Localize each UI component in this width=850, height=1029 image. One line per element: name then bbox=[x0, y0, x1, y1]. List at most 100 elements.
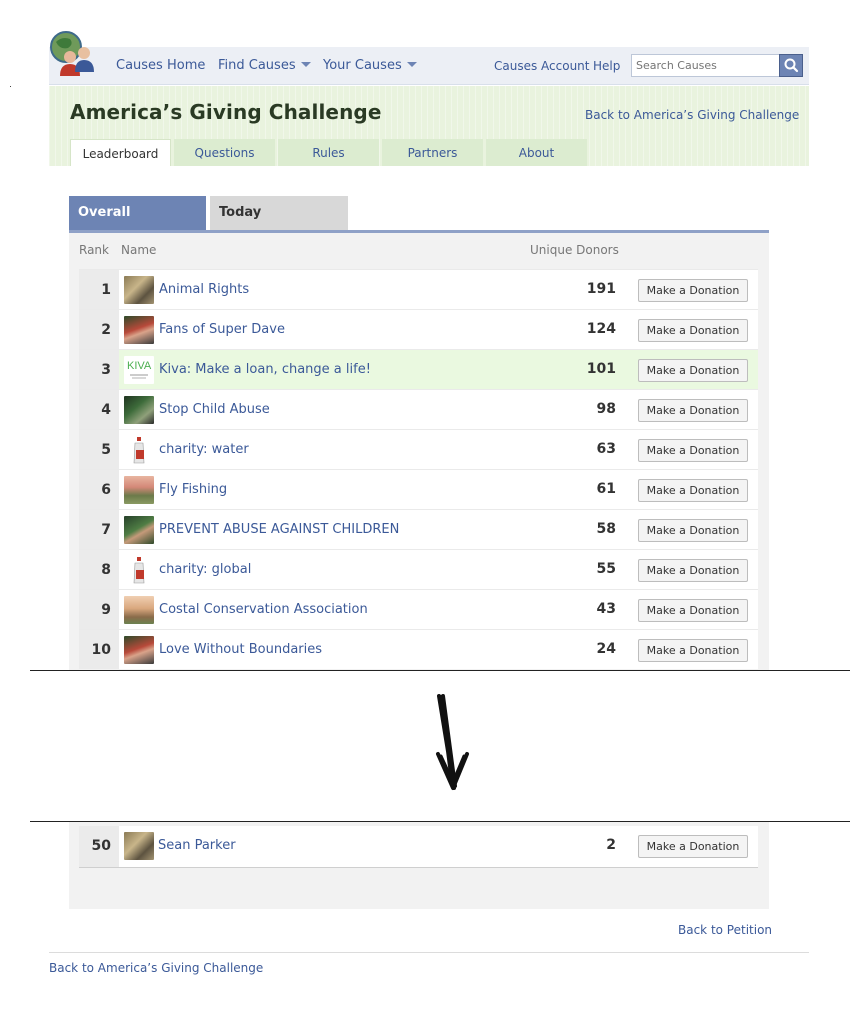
table-row: 9 Costal Conservation Association 43 Mak… bbox=[79, 589, 758, 629]
page-title: America’s Giving Challenge bbox=[70, 100, 382, 124]
donor-count: 24 bbox=[596, 641, 616, 657]
nav-find-causes[interactable]: Find Causes bbox=[218, 58, 311, 73]
donor-count: 124 bbox=[586, 321, 616, 337]
table-row: 2 Fans of Super Dave 124 Make a Donation bbox=[79, 309, 758, 349]
donor-count: 63 bbox=[596, 441, 616, 457]
footer-divider bbox=[49, 952, 809, 953]
donor-count: 2 bbox=[606, 837, 616, 853]
nav-your-causes[interactable]: Your Causes bbox=[323, 58, 417, 73]
nav-causes-account[interactable]: Causes Account bbox=[494, 59, 590, 73]
tab-about[interactable]: About bbox=[486, 139, 587, 166]
tab-leaderboard[interactable]: Leaderboard bbox=[70, 139, 171, 166]
cause-name-link[interactable]: charity: global bbox=[159, 562, 251, 577]
donor-count: 55 bbox=[596, 561, 616, 577]
column-rank-header: Rank bbox=[79, 243, 109, 257]
make-donation-button[interactable]: Make a Donation bbox=[638, 835, 748, 858]
cause-thumbnail[interactable] bbox=[124, 316, 154, 344]
nav-your-causes-label: Your Causes bbox=[323, 58, 402, 73]
table-row: 1 Animal Rights 191 Make a Donation bbox=[79, 269, 758, 309]
cause-thumbnail[interactable] bbox=[124, 396, 154, 424]
donor-count: 61 bbox=[596, 481, 616, 497]
cause-name-link[interactable]: Animal Rights bbox=[159, 282, 249, 297]
rank-value: 6 bbox=[79, 470, 119, 509]
make-donation-button[interactable]: Make a Donation bbox=[638, 319, 748, 342]
cause-thumbnail[interactable] bbox=[124, 516, 154, 544]
tab-today[interactable]: Today bbox=[210, 196, 348, 230]
column-name-header: Name bbox=[121, 243, 157, 257]
table-row: 10 Love Without Boundaries 24 Make a Don… bbox=[79, 629, 758, 669]
table-row: 8 charity: global 55 Make a Donation bbox=[79, 549, 758, 589]
nav-find-causes-label: Find Causes bbox=[218, 58, 296, 73]
chevron-down-icon bbox=[406, 62, 417, 67]
nav-causes-home[interactable]: Causes Home bbox=[116, 58, 205, 73]
donor-count: 98 bbox=[596, 401, 616, 417]
donor-count: 43 bbox=[596, 601, 616, 617]
cause-thumbnail[interactable] bbox=[124, 476, 154, 504]
cause-name-link[interactable]: Costal Conservation Association bbox=[159, 602, 368, 617]
donor-count: 101 bbox=[586, 361, 616, 377]
rank-value: 9 bbox=[79, 590, 119, 629]
search-input[interactable] bbox=[631, 54, 781, 77]
donor-count: 191 bbox=[586, 281, 616, 297]
cause-name-link[interactable]: charity: water bbox=[159, 442, 249, 457]
table-row-highlighted: 3 KIVA Kiva: Make a loan, change a life!… bbox=[79, 349, 758, 389]
back-to-petition-link[interactable]: Back to Petition bbox=[678, 923, 772, 937]
rank-value: 8 bbox=[79, 550, 119, 589]
back-to-challenge-footer-link[interactable]: Back to America’s Giving Challenge bbox=[49, 961, 263, 975]
water-bottle-thumbnail[interactable] bbox=[124, 556, 154, 584]
donor-count: 58 bbox=[596, 521, 616, 537]
cause-name-link[interactable]: Stop Child Abuse bbox=[159, 402, 270, 417]
column-donors-header: Unique Donors bbox=[530, 243, 619, 257]
search-button[interactable] bbox=[779, 54, 803, 77]
rank-value: 2 bbox=[79, 310, 119, 349]
rank-value: 4 bbox=[79, 390, 119, 429]
tab-questions[interactable]: Questions bbox=[174, 139, 275, 166]
kiva-logo-thumbnail[interactable]: KIVA bbox=[124, 356, 154, 384]
make-donation-button[interactable]: Make a Donation bbox=[638, 559, 748, 582]
search-icon bbox=[784, 58, 799, 73]
make-donation-button[interactable]: Make a Donation bbox=[638, 359, 748, 382]
cause-name-link[interactable]: Sean Parker bbox=[158, 838, 236, 853]
rank-value: 1 bbox=[79, 270, 119, 309]
cause-name-link[interactable]: PREVENT ABUSE AGAINST CHILDREN bbox=[159, 522, 399, 537]
rank-value: 7 bbox=[79, 510, 119, 549]
chevron-down-icon bbox=[300, 62, 311, 67]
section-divider-top bbox=[30, 670, 850, 671]
arrow-down-icon bbox=[436, 694, 469, 790]
make-donation-button[interactable]: Make a Donation bbox=[638, 519, 748, 542]
stray-dot bbox=[10, 86, 11, 87]
nav-help[interactable]: Help bbox=[593, 59, 620, 73]
tab-rules[interactable]: Rules bbox=[278, 139, 379, 166]
table-row: 5 charity: water 63 Make a Donation bbox=[79, 429, 758, 469]
back-to-challenge-link[interactable]: Back to America’s Giving Challenge bbox=[585, 108, 799, 122]
rank-value: 3 bbox=[79, 350, 119, 389]
make-donation-button[interactable]: Make a Donation bbox=[638, 639, 748, 662]
rank-value: 50 bbox=[79, 826, 119, 867]
cause-thumbnail[interactable] bbox=[124, 636, 154, 664]
make-donation-button[interactable]: Make a Donation bbox=[638, 279, 748, 302]
water-bottle-icon bbox=[133, 437, 145, 464]
cause-name-link[interactable]: Fly Fishing bbox=[159, 482, 227, 497]
cause-name-link[interactable]: Fans of Super Dave bbox=[159, 322, 285, 337]
table-row: 6 Fly Fishing 61 Make a Donation bbox=[79, 469, 758, 509]
water-bottle-icon bbox=[133, 557, 145, 584]
make-donation-button[interactable]: Make a Donation bbox=[638, 479, 748, 502]
rank-value: 10 bbox=[79, 630, 119, 669]
make-donation-button[interactable]: Make a Donation bbox=[638, 599, 748, 622]
cause-name-link[interactable]: Kiva: Make a loan, change a life! bbox=[159, 362, 371, 377]
make-donation-button[interactable]: Make a Donation bbox=[638, 399, 748, 422]
tab-partners[interactable]: Partners bbox=[382, 139, 483, 166]
table-row: 50 Sean Parker 2 Make a Donation bbox=[79, 826, 758, 868]
table-row: 7 PREVENT ABUSE AGAINST CHILDREN 58 Make… bbox=[79, 509, 758, 549]
table-row: 4 Stop Child Abuse 98 Make a Donation bbox=[79, 389, 758, 429]
water-bottle-thumbnail[interactable] bbox=[124, 436, 154, 464]
cause-name-link[interactable]: Love Without Boundaries bbox=[159, 642, 322, 657]
tab-overall[interactable]: Overall bbox=[69, 196, 206, 230]
svg-text:KIVA: KIVA bbox=[127, 360, 152, 372]
cause-thumbnail[interactable] bbox=[124, 832, 154, 860]
cause-thumbnail[interactable] bbox=[124, 596, 154, 624]
kiva-logo-icon: KIVA bbox=[127, 360, 152, 379]
causes-logo-icon[interactable] bbox=[48, 30, 98, 80]
make-donation-button[interactable]: Make a Donation bbox=[638, 439, 748, 462]
cause-thumbnail[interactable] bbox=[124, 276, 154, 304]
